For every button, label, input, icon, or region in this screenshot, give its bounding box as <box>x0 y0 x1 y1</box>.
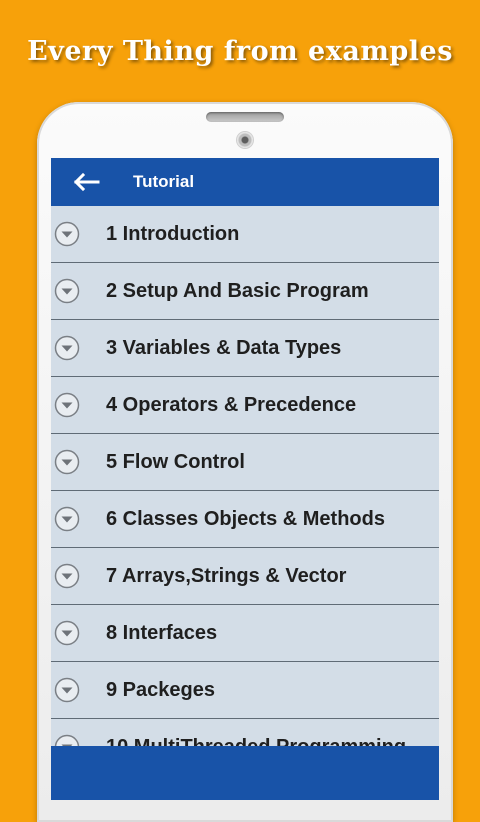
chevron-down-circle-icon[interactable] <box>54 677 80 703</box>
chevron-down-circle-icon[interactable] <box>54 506 80 532</box>
list-item-label: 5 Flow Control <box>106 451 245 473</box>
list-item[interactable]: 2 Setup And Basic Program <box>51 263 439 320</box>
phone-speaker <box>206 112 284 122</box>
chevron-down-circle-icon[interactable] <box>54 335 80 361</box>
list-item-label: 2 Setup And Basic Program <box>106 280 369 302</box>
app-screen: Tutorial 1 Introduction 2 Setup And Basi… <box>51 158 439 800</box>
list-item-label: 8 Interfaces <box>106 622 218 644</box>
list-item-label: 7 Arrays,Strings & Vector <box>106 565 347 587</box>
list-item-label: 4 Operators & Precedence <box>106 394 357 416</box>
promo-headline: Every Thing from examples <box>27 36 453 67</box>
list-item-label: 10 MultiThreaded Programming <box>106 736 406 746</box>
list-item-label: 6 Classes Objects & Methods <box>106 508 385 530</box>
chevron-down-circle-icon[interactable] <box>54 734 80 746</box>
list-item[interactable]: 5 Flow Control <box>51 434 439 491</box>
chevron-down-circle-icon[interactable] <box>54 278 80 304</box>
list-item[interactable]: 10 MultiThreaded Programming <box>51 719 439 746</box>
list-item-label: 1 Introduction <box>106 223 240 245</box>
phone-camera <box>237 132 253 148</box>
app-bar: Tutorial <box>51 158 439 206</box>
chevron-down-circle-icon[interactable] <box>54 563 80 589</box>
chevron-down-circle-icon[interactable] <box>54 620 80 646</box>
list-item[interactable]: 7 Arrays,Strings & Vector <box>51 548 439 605</box>
list-item[interactable]: 9 Packeges <box>51 662 439 719</box>
chevron-down-circle-icon[interactable] <box>54 392 80 418</box>
list-item[interactable]: 4 Operators & Precedence <box>51 377 439 434</box>
arrow-left-icon <box>73 172 100 192</box>
list-item-label: 9 Packeges <box>106 679 215 701</box>
chevron-down-circle-icon[interactable] <box>54 221 80 247</box>
list-item[interactable]: 3 Variables & Data Types <box>51 320 439 377</box>
list-item[interactable]: 6 Classes Objects & Methods <box>51 491 439 548</box>
list-item[interactable]: 1 Introduction <box>51 206 439 263</box>
list-item-label: 3 Variables & Data Types <box>106 337 342 359</box>
chevron-down-circle-icon[interactable] <box>54 449 80 475</box>
topic-list[interactable]: 1 Introduction 2 Setup And Basic Program… <box>51 206 439 746</box>
list-item[interactable]: 8 Interfaces <box>51 605 439 662</box>
page-title: Tutorial <box>133 172 195 191</box>
bottom-banner <box>51 746 439 800</box>
back-button[interactable] <box>69 170 103 194</box>
